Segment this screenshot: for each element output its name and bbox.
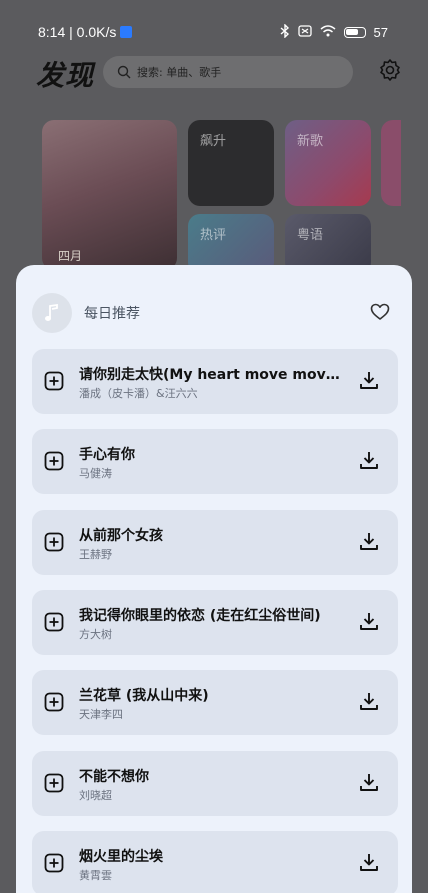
notification-app-icon xyxy=(120,26,133,38)
search-icon xyxy=(117,65,131,79)
song-row[interactable]: 手心有你 马健涛 xyxy=(32,429,398,495)
song-title: 从前那个女孩 xyxy=(79,527,163,544)
song-row[interactable]: 我记得你眼里的依恋 (走在红尘俗世间) 方大树 xyxy=(32,589,398,655)
download-icon[interactable] xyxy=(358,369,380,395)
song-row[interactable]: 不能不想你 刘晓超 xyxy=(32,750,398,816)
add-to-playlist-icon[interactable] xyxy=(44,853,64,877)
song-title: 兰花草 (我从山中来) xyxy=(79,688,209,705)
status-bar: 8:14 | 0.0K/s 57 xyxy=(0,0,428,62)
search-placeholder: 搜索: 单曲、歌手 xyxy=(137,66,222,79)
song-artist: 刘晓超 xyxy=(79,788,112,802)
discover-header: 发现 搜索: 单曲、歌手 xyxy=(0,54,428,94)
song-artist: 方大树 xyxy=(79,627,112,641)
wifi-icon xyxy=(320,25,336,40)
heart-icon[interactable] xyxy=(370,303,390,325)
battery-icon xyxy=(343,27,366,38)
tile-label: 粤语 xyxy=(297,228,324,243)
sheet-header: 每日推荐 xyxy=(16,293,412,333)
tile-label: 新歌 xyxy=(297,134,324,149)
sheet-title: 每日推荐 xyxy=(84,306,140,322)
page-title: 发现 xyxy=(36,59,95,92)
song-title: 不能不想你 xyxy=(79,768,149,785)
add-to-playlist-icon[interactable] xyxy=(44,371,64,395)
song-artist: 马健涛 xyxy=(79,467,112,481)
download-icon[interactable] xyxy=(358,449,380,475)
chart-tile-rising[interactable]: 飙升 xyxy=(188,120,274,206)
music-note-icon xyxy=(32,293,72,333)
song-row[interactable]: 从前那个女孩 王赫野 xyxy=(32,509,398,575)
gear-icon[interactable] xyxy=(378,58,402,82)
song-artist: 王赫野 xyxy=(79,547,112,561)
download-icon[interactable] xyxy=(358,771,380,797)
add-to-playlist-icon[interactable] xyxy=(44,532,64,556)
song-title: 我记得你眼里的依恋 (走在红尘俗世间) xyxy=(79,607,321,624)
download-icon[interactable] xyxy=(358,690,380,716)
song-title: 烟火里的尘埃 xyxy=(79,848,163,865)
song-artist: 潘成（皮卡潘）&汪六六 xyxy=(79,387,198,400)
download-icon[interactable] xyxy=(358,530,380,556)
daily-recommend-sheet: 每日推荐 请你别走太快(My heart move move... 潘成（皮卡潘）… xyxy=(16,265,412,893)
battery-level: 57 xyxy=(373,25,388,40)
song-artist: 天津李四 xyxy=(79,708,123,722)
featured-cards: 四月 飙升 新歌 热评 粤语 xyxy=(0,117,428,277)
monthly-card-label: 四月 xyxy=(58,249,83,263)
chart-tile-new[interactable]: 新歌 xyxy=(285,120,371,206)
song-artist: 黄霄雲 xyxy=(79,868,112,882)
chart-tile-partial[interactable] xyxy=(381,120,401,206)
song-row[interactable]: 烟火里的尘埃 黄霄雲 xyxy=(32,830,398,893)
add-to-playlist-icon[interactable] xyxy=(44,451,64,475)
add-to-playlist-icon[interactable] xyxy=(44,692,64,716)
tile-label: 热评 xyxy=(200,228,227,243)
add-to-playlist-icon[interactable] xyxy=(44,773,64,797)
download-icon[interactable] xyxy=(358,851,380,877)
song-title: 手心有你 xyxy=(79,447,135,464)
download-icon[interactable] xyxy=(358,610,380,636)
bluetooth-icon xyxy=(280,23,290,41)
song-row[interactable]: 兰花草 (我从山中来) 天津李四 xyxy=(32,670,398,736)
search-input[interactable]: 搜索: 单曲、歌手 xyxy=(103,56,353,88)
add-to-playlist-icon[interactable] xyxy=(44,612,64,636)
sim-icon xyxy=(297,25,312,40)
status-left: 8:14 | 0.0K/s xyxy=(38,24,133,40)
status-right: 57 xyxy=(280,23,388,41)
song-title: 请你别走太快(My heart move move... xyxy=(79,367,341,383)
song-row[interactable]: 请你别走太快(My heart move move... 潘成（皮卡潘）&汪六六 xyxy=(32,349,398,414)
tile-label: 飙升 xyxy=(200,134,227,149)
monthly-card[interactable]: 四月 xyxy=(42,120,177,270)
status-time-speed: 8:14 | 0.0K/s xyxy=(38,24,117,40)
